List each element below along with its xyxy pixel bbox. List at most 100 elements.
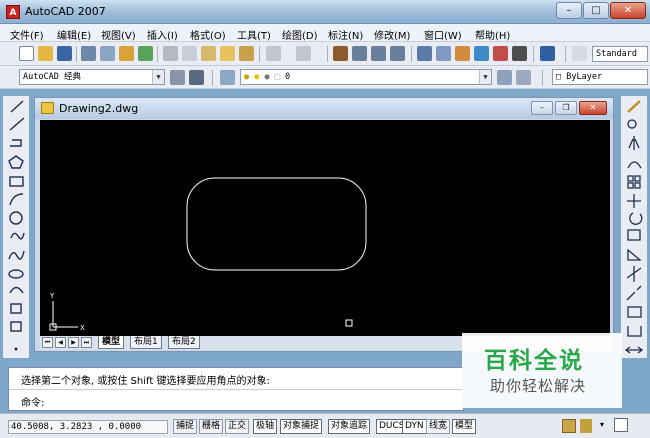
- undo-icon[interactable]: [266, 46, 281, 61]
- chevron-down-icon[interactable]: ▼: [152, 70, 164, 84]
- sheet-set-icon[interactable]: [474, 46, 489, 61]
- toolbar-separator: [542, 70, 543, 86]
- text-style-dropdown[interactable]: Standard: [592, 46, 648, 62]
- first-tab-button[interactable]: ⏮: [42, 337, 53, 348]
- new-file-icon[interactable]: [19, 46, 34, 61]
- polar-toggle[interactable]: 极轴: [253, 419, 278, 434]
- workspace-settings-icon[interactable]: [170, 70, 185, 85]
- print-icon[interactable]: [81, 46, 96, 61]
- tool-palettes-icon[interactable]: [455, 46, 470, 61]
- last-tab-button[interactable]: ⏭: [81, 337, 92, 348]
- menu-format[interactable]: 格式(O): [190, 27, 226, 42]
- calculator-icon[interactable]: [512, 46, 527, 61]
- match-properties-icon[interactable]: [220, 46, 235, 61]
- menu-view[interactable]: 视图(V): [101, 27, 136, 42]
- ortho-toggle[interactable]: 正交: [225, 419, 250, 434]
- menu-window[interactable]: 窗口(W): [424, 27, 462, 42]
- design-center-icon[interactable]: [436, 46, 451, 61]
- open-file-icon[interactable]: [38, 46, 53, 61]
- menu-tools[interactable]: 工具(T): [237, 27, 271, 42]
- toolbar-separator: [411, 46, 412, 62]
- toolbar-separator: [533, 46, 534, 62]
- standard-toolbar: Standard: [0, 42, 650, 66]
- save-icon[interactable]: [57, 46, 72, 61]
- toolbar-lock-icon[interactable]: [580, 419, 592, 433]
- layer-manager-icon[interactable]: [220, 70, 235, 85]
- cut-icon[interactable]: [163, 46, 178, 61]
- next-tab-button[interactable]: ▶: [68, 337, 79, 348]
- tab-model[interactable]: 模型: [98, 336, 125, 349]
- redo-icon[interactable]: [296, 46, 311, 61]
- lineweight-toggle[interactable]: 线宽: [426, 419, 451, 434]
- offset-icon: [627, 161, 642, 169]
- ellipse-icon: [8, 269, 24, 279]
- toolbar-separator: [565, 46, 566, 62]
- drawing-minimize-button[interactable]: –: [531, 101, 553, 115]
- menu-edit[interactable]: 编辑(E): [57, 27, 91, 42]
- snap-toggle[interactable]: 捕捉: [173, 419, 198, 434]
- dyn-toggle[interactable]: DYN: [402, 419, 427, 434]
- array-icon: [627, 175, 634, 182]
- cursor-pickbox: [345, 319, 353, 327]
- minimize-button[interactable]: –: [556, 2, 582, 19]
- extend-icon: [626, 285, 642, 301]
- filleted-rectangle[interactable]: [186, 177, 367, 271]
- etransmit-icon[interactable]: [138, 46, 153, 61]
- drawing-close-button[interactable]: ✕: [579, 101, 607, 115]
- title-bar: A AutoCAD 2007 – □ ✕: [0, 0, 650, 24]
- color-dropdown[interactable]: □ ByLayer: [552, 69, 648, 85]
- layer-previous-icon[interactable]: [516, 70, 531, 85]
- close-button[interactable]: ✕: [610, 2, 646, 19]
- communication-center-icon[interactable]: [562, 419, 576, 433]
- previous-tab-button[interactable]: ◀: [55, 337, 66, 348]
- grid-toggle[interactable]: 栅格: [199, 419, 224, 434]
- zoom-window-icon[interactable]: [371, 46, 386, 61]
- command-prompt[interactable]: 命令:: [21, 394, 44, 409]
- menu-help[interactable]: 帮助(H): [475, 27, 510, 42]
- chamfer-icon: [627, 326, 642, 337]
- help-icon[interactable]: [540, 46, 555, 61]
- model-space-toggle[interactable]: 模型: [452, 419, 477, 434]
- ucs-y-label: Y: [49, 292, 55, 300]
- menu-modify[interactable]: 修改(M): [374, 27, 410, 42]
- autocad-app-icon[interactable]: A: [6, 5, 20, 19]
- clean-screen-icon[interactable]: [614, 418, 628, 432]
- chevron-down-icon[interactable]: ▼: [479, 70, 491, 84]
- text-style-icon[interactable]: [572, 46, 587, 61]
- pan-realtime-icon[interactable]: [333, 46, 348, 61]
- otrack-toggle[interactable]: 对象追踪: [328, 419, 371, 434]
- menu-dimension[interactable]: 标注(N): [328, 27, 363, 42]
- osnap-toggle[interactable]: 对象捕捉: [280, 419, 323, 434]
- tab-layout2[interactable]: 布局2: [168, 336, 200, 349]
- markup-icon[interactable]: [493, 46, 508, 61]
- layer-dropdown[interactable]: ● ● ● ■ 0 ▼: [240, 69, 492, 85]
- rectangle-icon: [9, 176, 24, 187]
- maximize-button[interactable]: □: [583, 2, 609, 19]
- layer-color-icon: ■: [274, 72, 280, 82]
- status-menu-chevron-icon[interactable]: ▾: [600, 420, 604, 429]
- zoom-realtime-icon[interactable]: [352, 46, 367, 61]
- drawing-file-icon[interactable]: [41, 102, 54, 114]
- zoom-previous-icon[interactable]: [390, 46, 405, 61]
- make-object-layer-current-icon[interactable]: [497, 70, 512, 85]
- menu-draw[interactable]: 绘图(D): [282, 27, 318, 42]
- menu-insert[interactable]: 插入(I): [147, 27, 178, 42]
- my-workspace-icon[interactable]: [189, 70, 204, 85]
- block-editor-icon[interactable]: [239, 46, 254, 61]
- drawing-window: Drawing2.dwg – ❐ ✕ Y X ⏮ ◀ ▶ ⏭ 模型 布局1 布局…: [34, 97, 614, 352]
- menu-file[interactable]: 文件(F): [10, 27, 44, 42]
- coordinate-readout[interactable]: 40.5008, 3.2823 , 0.0000: [8, 420, 168, 434]
- command-window: 选择第二个对象, 或按住 Shift 键选择要应用角点的对象: 命令:: [8, 367, 464, 411]
- workspace-dropdown[interactable]: AutoCAD 经典 ▼: [19, 69, 165, 85]
- drawing-restore-button[interactable]: ❐: [555, 101, 577, 115]
- paste-icon[interactable]: [201, 46, 216, 61]
- copy-icon[interactable]: [182, 46, 197, 61]
- tab-layout1[interactable]: 布局1: [130, 336, 162, 349]
- arc-icon: [9, 193, 24, 206]
- print-preview-icon[interactable]: [100, 46, 115, 61]
- properties-icon[interactable]: [417, 46, 432, 61]
- ucs-icon: [49, 301, 78, 331]
- toolbar-separator: [157, 46, 158, 62]
- publish-icon[interactable]: [119, 46, 134, 61]
- drawing-canvas[interactable]: Y X: [40, 120, 610, 336]
